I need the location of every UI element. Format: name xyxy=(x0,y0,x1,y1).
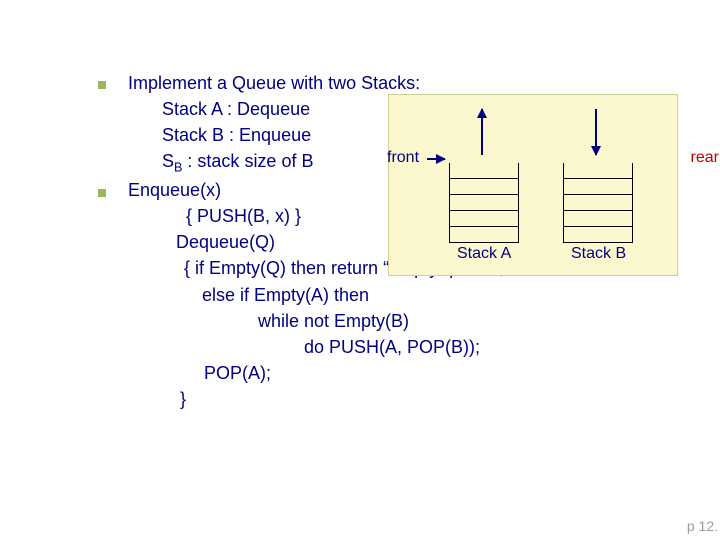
text-fragment: : stack size of B xyxy=(182,151,313,171)
stack-tier xyxy=(563,227,633,243)
arrow-right-icon xyxy=(427,158,445,160)
arrow-down-icon xyxy=(595,109,597,155)
text-line: else if Empty(A) then xyxy=(192,282,658,308)
stack-tier xyxy=(563,195,633,211)
stack-tier xyxy=(449,195,519,211)
stack-tier xyxy=(449,163,519,179)
stack-tier xyxy=(563,163,633,179)
front-label: front xyxy=(387,149,419,167)
text-line: POP(A); xyxy=(204,360,658,386)
stack-a-label: Stack A xyxy=(457,245,511,263)
text-line: do PUSH(A, POP(B)); xyxy=(254,334,658,360)
text-line: } xyxy=(180,386,658,412)
stack-tier xyxy=(449,179,519,195)
slide: Implement a Queue with two Stacks: Stack… xyxy=(0,0,720,540)
stack-tier xyxy=(563,211,633,227)
text-line: while not Empty(B) xyxy=(228,308,658,334)
rear-label: rear xyxy=(691,149,719,167)
stack-b-box xyxy=(563,163,633,239)
text-fragment: S xyxy=(162,151,174,171)
slide-title: Implement a Queue with two Stacks: xyxy=(128,70,658,96)
stacks-figure: front rear Stack A Stack B xyxy=(388,94,678,276)
page-number: p 12. xyxy=(687,518,718,534)
stack-tier xyxy=(563,179,633,195)
stack-a-box xyxy=(449,163,519,239)
stack-b-label: Stack B xyxy=(571,245,626,263)
stack-tier xyxy=(449,211,519,227)
arrow-up-icon xyxy=(481,109,483,155)
stack-tier xyxy=(449,227,519,243)
